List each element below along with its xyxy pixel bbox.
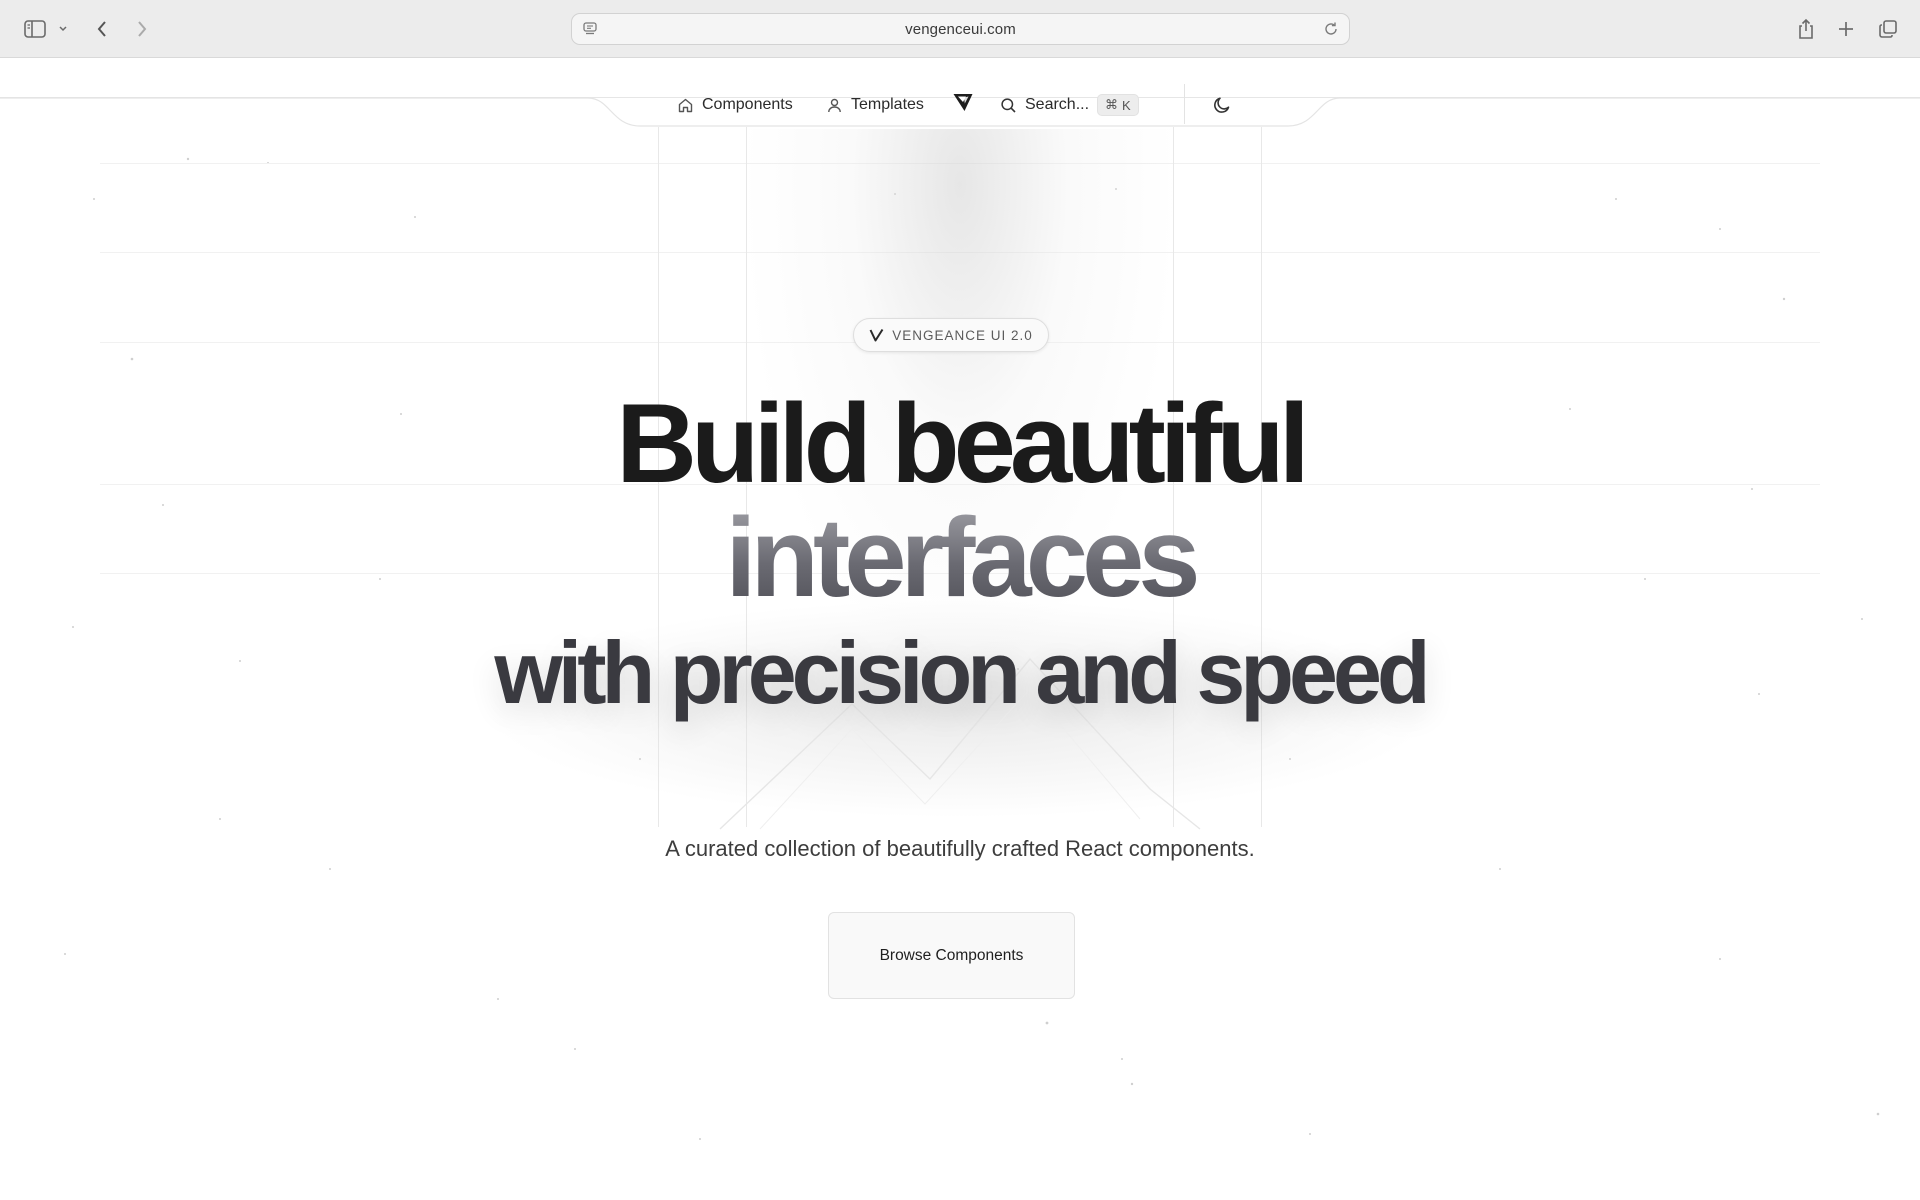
version-badge: VENGEANCE UI 2.0 <box>853 318 1049 352</box>
search-shortcut: ⌘ K <box>1097 94 1139 116</box>
chevron-down-icon[interactable] <box>56 14 70 44</box>
search-label: Search... <box>1025 96 1090 113</box>
theme-toggle-button[interactable] <box>1212 93 1232 117</box>
command-key: ⌘ <box>1105 97 1119 112</box>
headline-line-1: Build beautiful <box>616 381 1310 506</box>
user-icon <box>828 98 841 112</box>
nav-templates-label: Templates <box>851 96 924 113</box>
k-key: K <box>1122 97 1131 113</box>
new-tab-icon[interactable] <box>1835 14 1857 44</box>
page-settings-icon[interactable] <box>582 21 598 42</box>
version-badge-text: VENGEANCE UI 2.0 <box>892 327 1033 343</box>
nav-search-button[interactable]: Search... ⌘ K <box>1000 93 1139 117</box>
nav-divider <box>1184 84 1185 124</box>
headline-line-3: with precision and speed <box>494 623 1430 722</box>
sidebar-toggle-icon[interactable] <box>20 14 50 44</box>
browse-components-button[interactable]: Browse Components <box>828 912 1075 999</box>
moon-icon <box>1214 97 1230 113</box>
web-page: Components Templates Search... ⌘ K VENGE… <box>0 59 1920 1200</box>
address-bar[interactable]: vengenceui.com <box>571 13 1350 45</box>
grid-line <box>100 252 1820 253</box>
nav-components-label: Components <box>702 96 793 113</box>
browser-toolbar: vengenceui.com <box>0 0 1920 58</box>
headline-line-2: interfaces <box>0 493 1920 622</box>
nav-components[interactable]: Components <box>677 93 793 117</box>
forward-icon[interactable] <box>132 14 152 44</box>
back-icon[interactable] <box>92 14 112 44</box>
reload-icon[interactable] <box>1323 21 1339 42</box>
hero-subtitle: A curated collection of beautifully craf… <box>665 836 1255 861</box>
share-icon[interactable] <box>1795 14 1817 44</box>
tab-overview-icon[interactable] <box>1876 14 1900 44</box>
nav-templates[interactable]: Templates <box>826 93 924 117</box>
home-icon <box>678 98 693 112</box>
address-url: vengenceui.com <box>905 20 1016 38</box>
browse-components-label: Browse Components <box>879 946 1024 964</box>
vengeance-logo-icon[interactable] <box>952 90 974 114</box>
vengeance-v-icon <box>869 328 884 342</box>
search-icon <box>1001 97 1016 113</box>
